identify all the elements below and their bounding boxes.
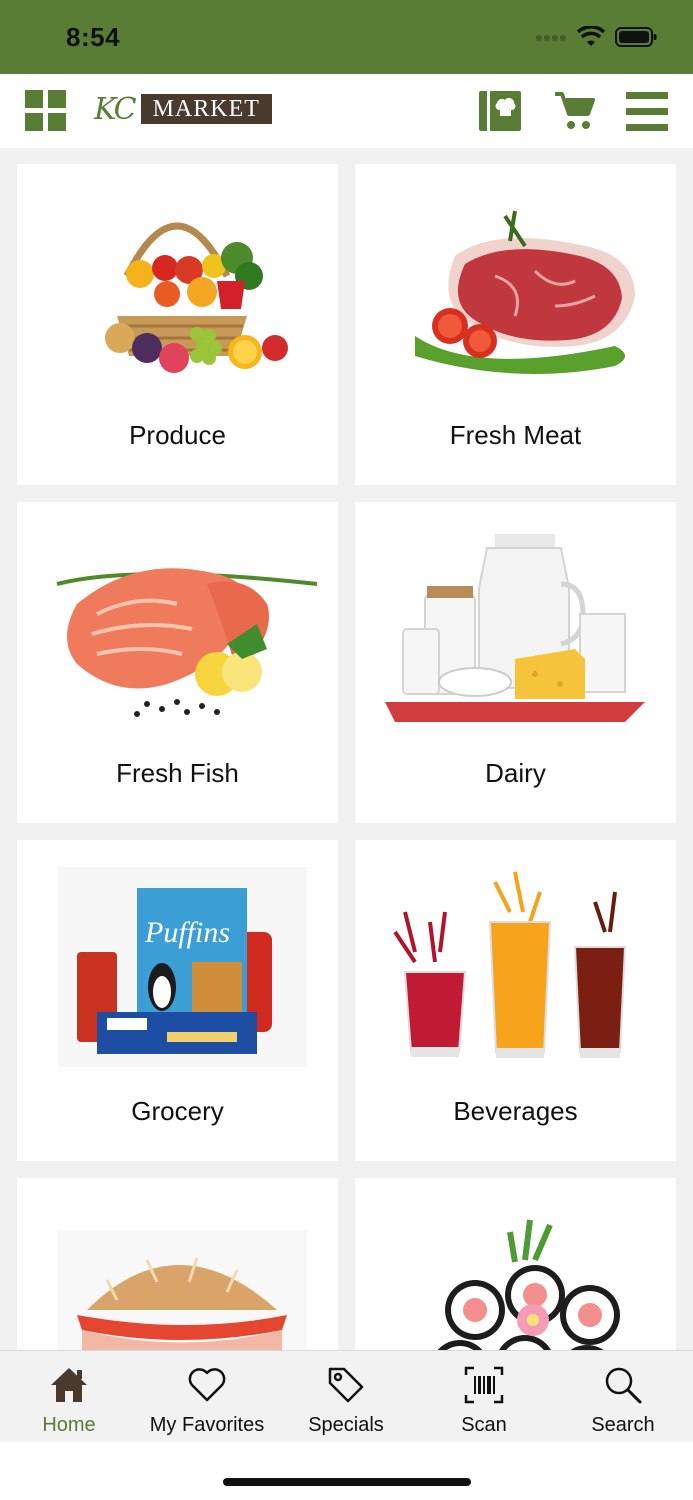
category-label: Grocery: [131, 1096, 224, 1126]
recipe-card-button[interactable]: [479, 91, 521, 131]
category-tile-fresh-meat[interactable]: Fresh Meat: [355, 164, 676, 485]
heart-icon: [188, 1368, 226, 1402]
barcode-scan-icon: [464, 1366, 504, 1404]
category-tile-sushi[interactable]: [355, 1178, 676, 1350]
recipe-card-icon: [479, 91, 521, 131]
category-tile-dairy[interactable]: Dairy: [355, 502, 676, 823]
svg-text:Puffins: Puffins: [144, 916, 230, 949]
wifi-icon: [577, 26, 605, 46]
tab-search[interactable]: Search: [554, 1351, 692, 1443]
sushi-image: [437, 1219, 620, 1350]
status-icons: [535, 26, 657, 48]
home-icon: [51, 1368, 87, 1402]
category-tile-grocery[interactable]: Puffins Grocery: [17, 840, 338, 1161]
logo-script: KC: [94, 91, 137, 127]
battery-icon: [615, 27, 657, 47]
category-label: Beverages: [453, 1096, 578, 1126]
status-bar: 8:54: [0, 0, 693, 74]
category-label: Dairy: [485, 758, 546, 788]
category-label: Produce: [129, 420, 226, 450]
tab-label: My Favorites: [149, 1414, 265, 1436]
tab-label: Scan: [461, 1414, 507, 1436]
home-indicator-area: [0, 1442, 693, 1500]
beverages-image: [393, 871, 627, 1058]
cart-button[interactable]: [553, 91, 595, 131]
tab-label: Home: [42, 1414, 96, 1436]
category-label: Fresh Meat: [449, 420, 582, 450]
tab-label: Specials: [308, 1414, 384, 1436]
logo-banner: MARKET: [140, 94, 272, 124]
status-time: 8:54: [66, 22, 121, 52]
hamburger-menu-icon: [626, 92, 668, 131]
grocery-boxes-image: Puffins: [57, 867, 307, 1067]
hamburger-menu-button[interactable]: [626, 91, 668, 131]
cellular-icon: [536, 35, 566, 41]
category-tile-produce[interactable]: Produce: [17, 164, 338, 485]
search-icon: [605, 1367, 642, 1404]
tab-scan[interactable]: Scan: [415, 1351, 553, 1443]
grid-menu-icon[interactable]: [25, 90, 66, 131]
sandwich-image: [57, 1230, 307, 1350]
category-tile-beverages[interactable]: Beverages: [355, 840, 676, 1161]
dairy-image: [385, 534, 645, 722]
tab-label: Search: [591, 1414, 655, 1436]
tag-icon: [328, 1367, 364, 1403]
category-tile-sandwich[interactable]: [17, 1178, 338, 1350]
produce-basket-image: [105, 222, 288, 373]
category-tile-fresh-fish[interactable]: Fresh Fish: [17, 502, 338, 823]
bottom-tab-bar: Home My Favorites Specials Scan Search: [0, 1350, 693, 1442]
category-grid: Produce Fresh Meat Fresh Fish Dairy Puff…: [0, 148, 693, 1350]
steak-image: [415, 210, 635, 374]
app-logo[interactable]: KC MARKET: [94, 91, 272, 127]
app-header: KC MARKET: [0, 74, 693, 148]
category-label: Fresh Fish: [116, 758, 239, 788]
cart-icon: [555, 92, 595, 129]
tab-home[interactable]: Home: [0, 1351, 138, 1443]
home-indicator[interactable]: [223, 1478, 471, 1486]
tab-my-favorites[interactable]: My Favorites: [138, 1351, 276, 1443]
salmon-image: [56, 568, 318, 717]
tab-specials[interactable]: Specials: [277, 1351, 415, 1443]
